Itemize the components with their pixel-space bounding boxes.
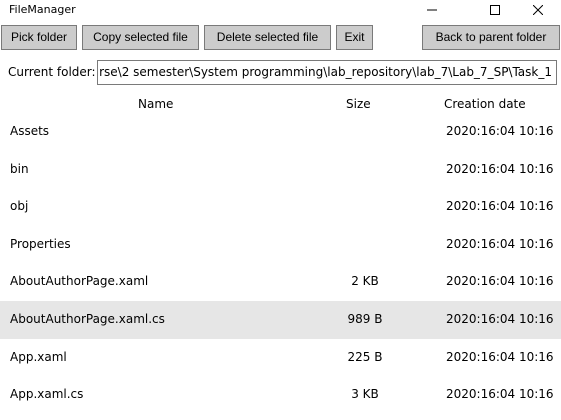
- close-button[interactable]: [515, 0, 561, 20]
- file-name: Properties: [10, 236, 71, 251]
- minimize-button[interactable]: [409, 0, 455, 20]
- file-size: 225 B: [347, 349, 383, 364]
- file-size: 989 B: [347, 311, 383, 326]
- back-to-parent-folder-button[interactable]: Back to parent folder: [422, 25, 560, 50]
- maximize-icon: [490, 5, 500, 15]
- file-row[interactable]: App.xaml.cs 3 KB 2020:16:04 10:16: [0, 376, 561, 414]
- file-creation-date: 2020:16:04 10:16: [446, 274, 554, 289]
- file-size: [320, 226, 410, 264]
- column-header-name[interactable]: Name: [138, 96, 173, 112]
- current-folder-input[interactable]: ...urse\2 semester\System programming\la…: [97, 60, 557, 85]
- file-creation-date: 2020:16:04 10:16: [446, 349, 554, 364]
- file-manager-window: FileManager Pick folder Copy selected fi…: [0, 0, 561, 420]
- file-row[interactable]: AboutAuthorPage.xaml 2 KB 2020:16:04 10:…: [0, 263, 561, 301]
- file-creation-date: 2020:16:04 10:16: [446, 124, 554, 138]
- file-row[interactable]: Assets 2020:16:04 10:16: [0, 113, 561, 151]
- file-name: App.xaml: [10, 349, 67, 364]
- file-size: [320, 151, 410, 189]
- file-size: 2 KB: [351, 274, 379, 289]
- file-name: obj: [10, 199, 29, 214]
- title-bar: FileManager: [0, 0, 561, 20]
- file-name: Assets: [10, 124, 50, 138]
- file-name: AboutAuthorPage.xaml.cs: [10, 311, 165, 326]
- file-size: 3 KB: [351, 387, 379, 402]
- file-row[interactable]: bin 2020:16:04 10:16: [0, 151, 561, 189]
- exit-button[interactable]: Exit: [336, 25, 373, 50]
- file-creation-date: 2020:16:04 10:16: [446, 236, 554, 251]
- delete-selected-file-button[interactable]: Delete selected file: [204, 25, 331, 50]
- pick-folder-button[interactable]: Pick folder: [1, 25, 77, 50]
- file-creation-date: 2020:16:04 10:16: [446, 387, 554, 402]
- file-size: [320, 113, 410, 151]
- column-header-size[interactable]: Size: [346, 96, 371, 112]
- maximize-button[interactable]: [472, 0, 518, 20]
- close-icon: [533, 5, 543, 15]
- file-row[interactable]: obj 2020:16:04 10:16: [0, 188, 561, 226]
- file-creation-date: 2020:16:04 10:16: [446, 161, 554, 176]
- file-size: [320, 188, 410, 226]
- file-row[interactable]: Properties 2020:16:04 10:16: [0, 226, 561, 264]
- file-row-selected[interactable]: AboutAuthorPage.xaml.cs 989 B 2020:16:04…: [0, 300, 561, 339]
- current-folder-path: ...urse\2 semester\System programming\la…: [97, 65, 552, 79]
- file-name: App.xaml.cs: [10, 387, 84, 402]
- file-row[interactable]: App.xaml 225 B 2020:16:04 10:16: [0, 339, 561, 377]
- file-name: AboutAuthorPage.xaml: [10, 274, 149, 289]
- file-name: bin: [10, 161, 29, 176]
- file-creation-date: 2020:16:04 10:16: [446, 311, 554, 326]
- file-creation-date: 2020:16:04 10:16: [446, 199, 554, 214]
- file-list[interactable]: Assets 2020:16:04 10:16 bin 2020:16:04 1…: [0, 113, 561, 420]
- copy-selected-file-button[interactable]: Copy selected file: [82, 25, 199, 50]
- window-title: FileManager: [9, 3, 76, 16]
- current-folder-label: Current folder:: [8, 65, 96, 79]
- column-header-creation-date[interactable]: Creation date: [444, 96, 526, 112]
- minimize-icon: [427, 9, 437, 11]
